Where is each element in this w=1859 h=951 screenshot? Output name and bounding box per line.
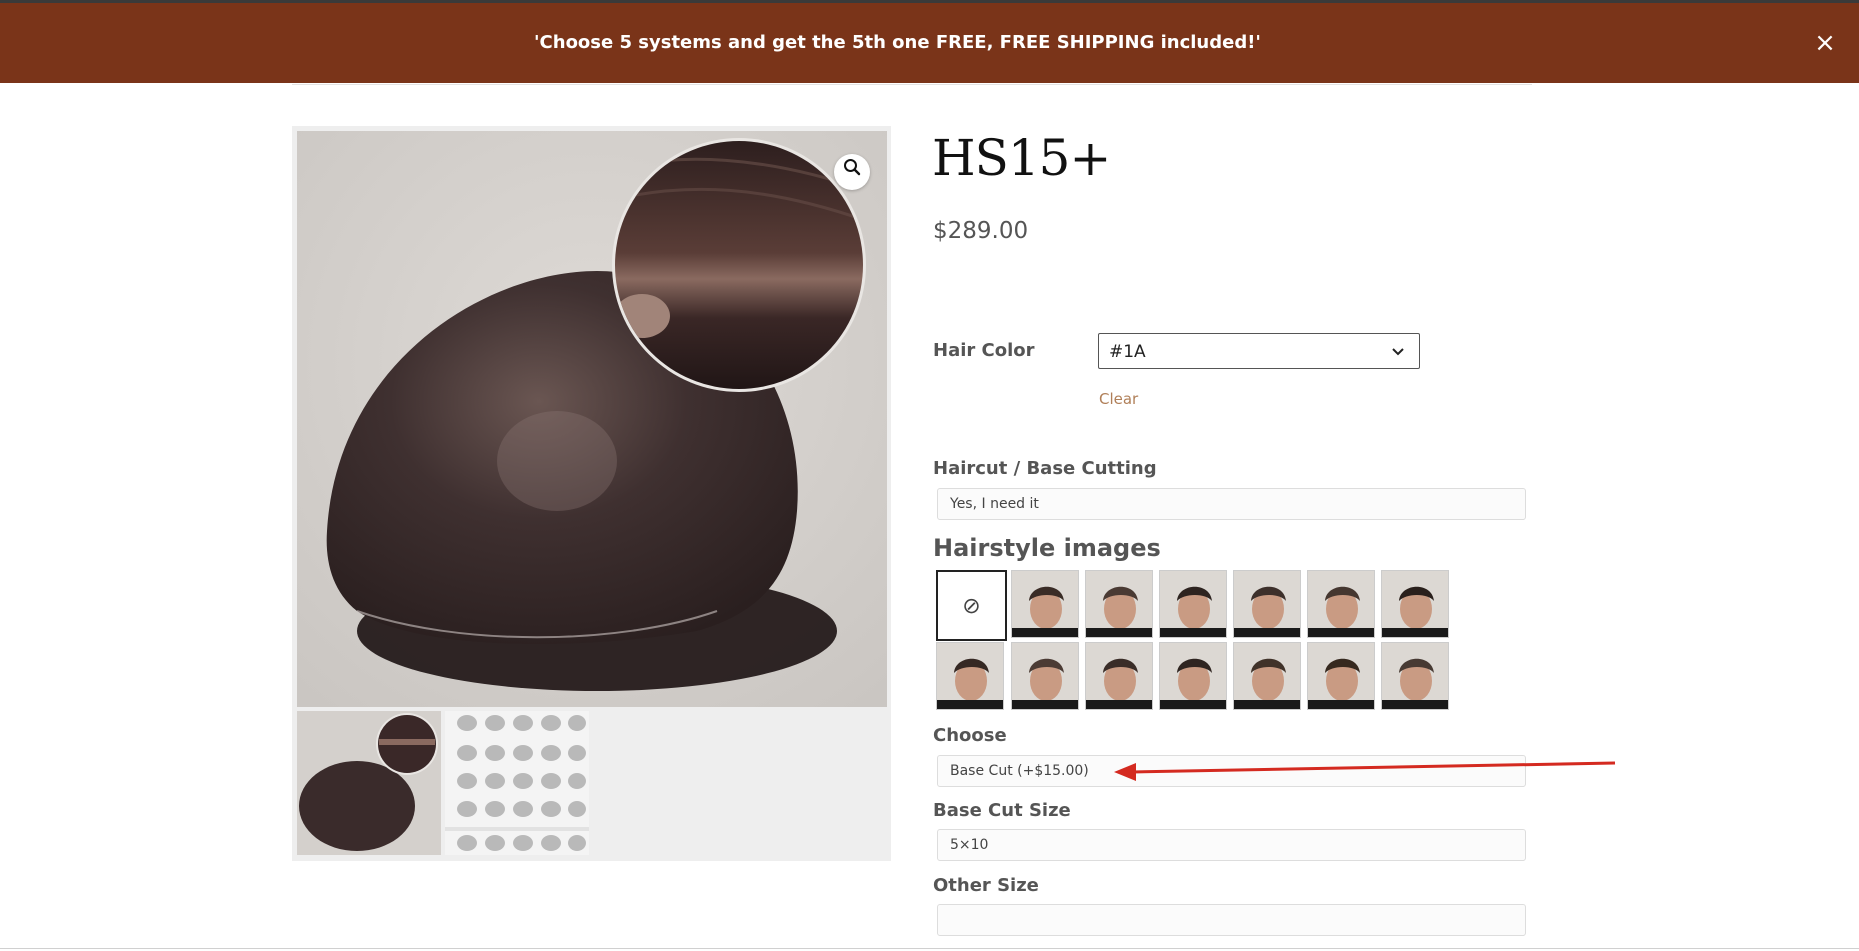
magnifier-glyph <box>844 159 861 176</box>
chevron-down-icon <box>1392 348 1404 356</box>
swatch-caption-bar <box>1160 628 1226 637</box>
swatch-caption-bar <box>1012 628 1078 637</box>
base-cut-size-label: Base Cut Size <box>933 800 1071 821</box>
hairstyle-swatch[interactable] <box>1159 570 1227 638</box>
hairstyle-swatch[interactable] <box>1233 642 1301 710</box>
hair-color-select[interactable]: #1A <box>1098 333 1420 369</box>
swatch-caption-bar <box>1382 628 1448 637</box>
swatch-caption-bar <box>1308 700 1374 709</box>
hairstyle-swatch[interactable] <box>1307 642 1375 710</box>
thumbnail-hair-system <box>297 711 441 855</box>
swatch-caption-bar <box>1308 628 1374 637</box>
clear-link[interactable]: Clear <box>1099 390 1138 408</box>
promo-banner: 'Choose 5 systems and get the 5th one FR… <box>0 3 1859 83</box>
hairstyle-swatch[interactable] <box>1011 570 1079 638</box>
close-icon[interactable]: × <box>1807 25 1843 61</box>
zoom-icon[interactable] <box>834 154 870 190</box>
hairstyle-images-heading: Hairstyle images <box>933 534 1161 562</box>
no-style-icon[interactable]: ⊘ <box>936 570 1007 641</box>
hairstyle-swatch[interactable] <box>1159 642 1227 710</box>
product-gallery <box>292 126 891 861</box>
gallery-thumbnail-2[interactable] <box>445 711 589 855</box>
hairstyle-swatch[interactable] <box>936 642 1004 710</box>
header-divider <box>292 84 1532 85</box>
product-title: HS15+ <box>932 129 1111 187</box>
hairstyle-swatch[interactable] <box>1011 642 1079 710</box>
swatch-caption-bar <box>1086 628 1152 637</box>
swatch-caption-bar <box>1160 700 1226 709</box>
thumbnail-size-chart <box>445 711 589 855</box>
other-size-field[interactable] <box>937 904 1526 936</box>
swatch-caption-bar <box>1086 700 1152 709</box>
choose-label: Choose <box>933 725 1007 746</box>
product-price: $289.00 <box>933 218 1029 244</box>
base-cut-size-field[interactable]: 5×10 <box>937 829 1526 861</box>
hairstyle-swatch[interactable] <box>1085 570 1153 638</box>
annotation-arrow <box>1114 761 1616 781</box>
promo-banner-text: 'Choose 5 systems and get the 5th one FR… <box>534 32 1261 53</box>
swatch-caption-bar <box>937 700 1003 709</box>
gallery-thumbnail-1[interactable] <box>297 711 441 855</box>
haircut-select[interactable]: Yes, I need it <box>937 488 1526 520</box>
hair-system-photo <box>297 131 887 707</box>
hair-color-value: #1A <box>1109 342 1146 362</box>
haircut-label: Haircut / Base Cutting <box>933 458 1157 479</box>
swatch-caption-bar <box>1382 700 1448 709</box>
hairstyle-swatch[interactable] <box>1307 570 1375 638</box>
other-size-label: Other Size <box>933 875 1039 896</box>
swatch-caption-bar <box>1234 628 1300 637</box>
hair-color-label: Hair Color <box>933 340 1035 361</box>
hairstyle-swatch[interactable] <box>1381 570 1449 638</box>
hairstyle-swatch[interactable] <box>1381 642 1449 710</box>
swatch-caption-bar <box>1234 700 1300 709</box>
swatch-caption-bar <box>1012 700 1078 709</box>
main-product-image[interactable] <box>297 131 887 707</box>
hairstyle-swatch[interactable] <box>1085 642 1153 710</box>
bottom-divider <box>0 948 1859 949</box>
hairstyle-swatch[interactable] <box>1233 570 1301 638</box>
